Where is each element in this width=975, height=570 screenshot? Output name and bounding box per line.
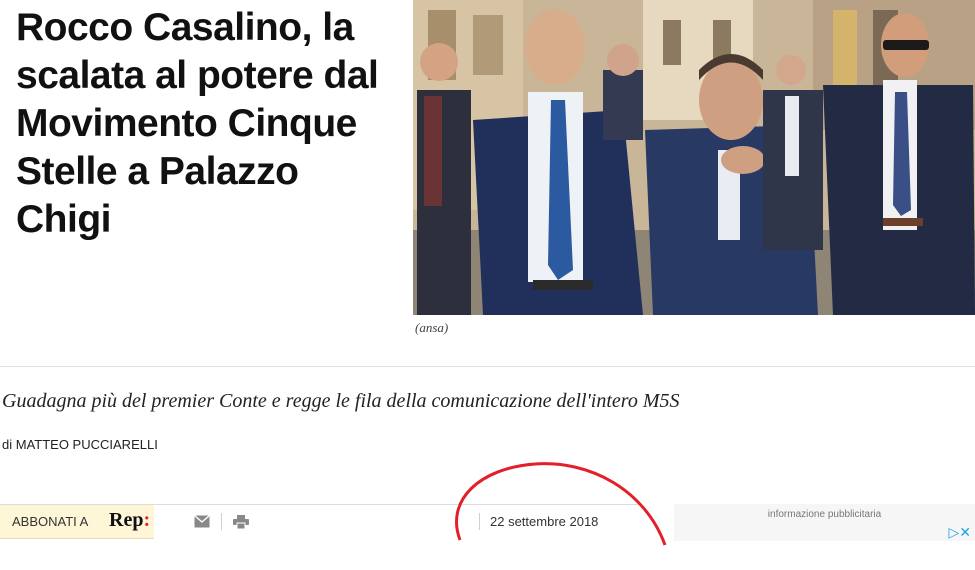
logo-colon: :: [143, 509, 151, 531]
article-headline: Rocco Casalino, la scalata al potere dal…: [16, 6, 379, 241]
ad-box[interactable]: informazione pubblicitaria ▷✕: [674, 504, 975, 541]
section-divider: [0, 366, 975, 367]
subscribe-banner[interactable]: ABBONATI A Rep:: [0, 505, 154, 539]
toolbar-separator: [221, 513, 222, 530]
print-icon[interactable]: [233, 515, 249, 530]
repubblica-logo: Rep:: [109, 509, 150, 532]
toolbar-separator: [479, 513, 480, 530]
photo-caption: (ansa): [415, 320, 449, 335]
adchoices-icon[interactable]: ▷✕: [949, 524, 972, 541]
article-toolbar: ABBONATI A Rep: 22 settembre 2018: [0, 504, 642, 542]
article-photo: [413, 0, 975, 315]
author-link[interactable]: Matteo Pucciarelli: [16, 437, 158, 452]
logo-text: Rep: [109, 509, 144, 531]
byline-prefix: di: [2, 437, 13, 452]
ad-label: informazione pubblicitaria: [767, 509, 882, 520]
subscribe-label: ABBONATI A: [12, 514, 89, 529]
byline: di Matteo Pucciarelli: [2, 437, 158, 452]
article-date: 22 settembre 2018: [490, 514, 599, 529]
article-subtitle: Guadagna più del premier Conte e regge l…: [2, 390, 680, 412]
envelope-icon[interactable]: [194, 514, 210, 528]
